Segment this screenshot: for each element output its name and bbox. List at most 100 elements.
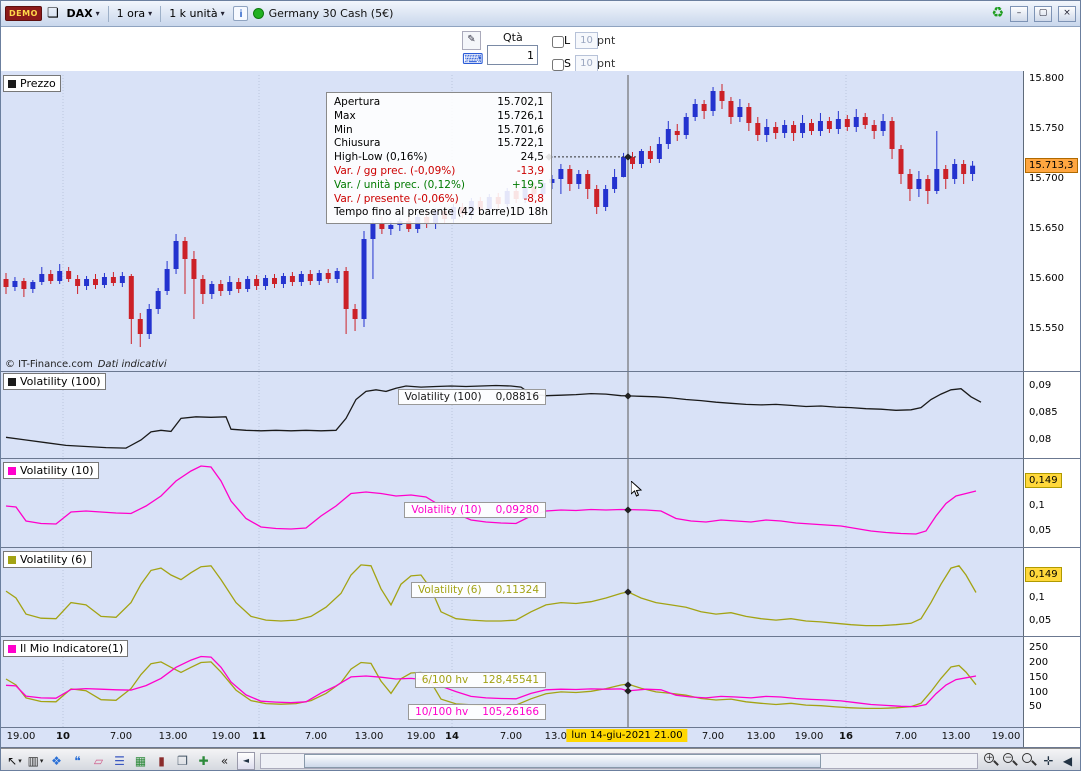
quantity-input[interactable] <box>487 45 538 65</box>
panel-header-volatility-10[interactable]: Volatility (10) <box>3 462 99 479</box>
tooltip-row: High-Low (0,16%) 24,5 <box>334 151 544 164</box>
axis-tick: 0,1 <box>1029 592 1045 603</box>
axis-tick: 0,1 <box>1029 500 1045 511</box>
pan-icon[interactable]: ✛ <box>1040 754 1057 768</box>
chart-style-icon[interactable]: ▥ ▾ <box>26 752 45 770</box>
time-axis-label: 7.00 <box>109 731 133 742</box>
pointer-tool-icon[interactable]: ↖ ▾ <box>5 752 24 770</box>
new-window-icon[interactable]: ❐ <box>173 752 192 770</box>
panel-header-label: Volatility (6) <box>20 553 87 566</box>
share-icon[interactable]: ❖ <box>47 752 66 770</box>
panel-separator[interactable] <box>1 458 1080 459</box>
maximize-button[interactable]: ▢ <box>1034 5 1052 22</box>
panel-separator[interactable] <box>1 371 1080 372</box>
comment-icon[interactable]: ❝ <box>68 752 87 770</box>
instrument-status: Germany 30 Cash (5€) <box>252 7 393 20</box>
demo-badge: DEMO <box>5 6 42 21</box>
panel-header-volatility-100[interactable]: Volatility (100) <box>3 373 106 390</box>
indicator-value-badge: 0,149 <box>1025 567 1062 582</box>
axis-tick: 15.650 <box>1029 223 1064 234</box>
value-tag-volatility-100: Volatility (100) 0,08816 <box>397 389 546 405</box>
time-axis-label: 19.00 <box>211 731 241 742</box>
chart-scrollbar[interactable] <box>260 752 978 769</box>
axis-tick: 15.550 <box>1029 323 1064 334</box>
panel-header-label: Il Mio Indicatore(1) <box>20 642 124 655</box>
time-axis-label: 19.00 <box>991 731 1021 742</box>
panel-header-label: Volatility (100) <box>20 375 101 388</box>
axis-tick: 250 <box>1029 642 1049 653</box>
tooltip-row: Min 15.701,6 <box>334 123 544 136</box>
panel-separator[interactable] <box>1 636 1080 637</box>
axis-tick: 15.750 <box>1029 123 1064 134</box>
axis-tick: 0,05 <box>1029 525 1052 536</box>
scrollbar-thumb[interactable] <box>303 753 822 768</box>
mouse-cursor <box>631 481 643 497</box>
tooltip-row: Var. / unità prec. (0,12%) +19,5 <box>334 178 544 191</box>
value-tag-ratio-6-100: 6/100 hv 128,45541 <box>414 672 546 688</box>
limit-points-input[interactable] <box>575 32 598 49</box>
panel-header-volatility-6[interactable]: Volatility (6) <box>3 551 92 568</box>
instrument-dropdown[interactable]: DAX ▾ <box>64 5 103 22</box>
panel-header-label: Prezzo <box>20 77 56 90</box>
close-button[interactable]: × <box>1058 5 1076 22</box>
crosshair-marker <box>624 687 632 695</box>
order-tools-icon[interactable]: ✎ <box>462 31 481 50</box>
axis-tick: 0,085 <box>1029 407 1058 418</box>
stop-points-input[interactable] <box>575 55 598 72</box>
axis-tick: 0,05 <box>1029 615 1052 626</box>
info-button[interactable]: i <box>232 6 248 21</box>
stop-label: S <box>564 57 571 70</box>
time-axis-label: 7.00 <box>499 731 523 742</box>
refresh-icon[interactable]: ♻ <box>991 6 1004 20</box>
titlebar: DEMO ❏ DAX ▾ 1 ora ▾ 1 k unità ▾ i Germa… <box>1 1 1080 27</box>
news-list-icon[interactable]: ☰ <box>110 752 129 770</box>
indicator-value-badge: 0,149 <box>1025 473 1062 488</box>
zoom-reset-icon[interactable] <box>1021 752 1038 769</box>
units-dropdown[interactable]: 1 k unità ▾ <box>166 5 227 22</box>
value-tag-volatility-6: Volatility (6) 0,11324 <box>411 582 546 598</box>
value-tag-ratio-10-100: 10/100 hv 105,26166 <box>408 704 546 720</box>
limit-unit-label: pnt <box>597 34 616 47</box>
timeframe-dropdown[interactable]: 1 ora ▾ <box>114 5 156 22</box>
detach-window-icon[interactable]: ❏ <box>47 7 59 20</box>
panel-header-custom-indicator[interactable]: Il Mio Indicatore(1) <box>3 640 129 657</box>
crosshair-marker <box>624 588 632 596</box>
axis-tick: 100 <box>1029 687 1049 698</box>
time-axis-label: 7.00 <box>701 731 725 742</box>
stop-checkbox[interactable] <box>552 59 564 71</box>
hover-tooltip: Apertura 15.702,1 Max 15.726,1 Min 15.701,6 Ch… <box>326 92 552 225</box>
axis-tick: 50 <box>1029 701 1042 712</box>
panel-separator[interactable] <box>1 547 1080 548</box>
timeframe-label: 1 ora <box>116 7 146 20</box>
scroll-right-mini-icon[interactable]: ◀ <box>1059 754 1076 768</box>
time-axis-label: 7.00 <box>304 731 328 742</box>
time-axis-label: 13.00 <box>158 731 188 742</box>
axis-tick: 200 <box>1029 657 1049 668</box>
add-chart-icon[interactable]: ✚ <box>194 752 213 770</box>
quantity-label: Qtà <box>503 31 523 44</box>
panel-header-price[interactable]: Prezzo <box>3 75 61 92</box>
tooltip-row: Apertura 15.702,1 <box>334 96 544 108</box>
units-label: 1 k unità <box>169 7 218 20</box>
chevron-down-icon: ▾ <box>220 9 225 18</box>
tooltip-row: Chiusura 15.722,1 <box>334 137 544 150</box>
bar-chart-icon[interactable]: ▮ <box>152 752 171 770</box>
chart-region: 15.800 15.750 15.700 15.650 15.600 15.550 15.7… <box>1 71 1080 748</box>
eraser-icon[interactable]: ▱ <box>89 752 108 770</box>
time-axis-label: 13.00 <box>746 731 776 742</box>
indicator-line-vol10 <box>5 465 977 535</box>
minimize-button[interactable]: – <box>1010 5 1028 22</box>
zoom-in-icon[interactable]: + <box>983 752 1000 769</box>
collapse-icon[interactable]: « <box>215 752 234 770</box>
panel-header-label: Volatility (10) <box>20 464 94 477</box>
time-axis-label: 19.00 <box>406 731 436 742</box>
series-color-icon <box>8 644 16 653</box>
toolbar-divider <box>160 5 162 22</box>
series-color-icon <box>8 466 16 475</box>
axis-tick: 0,09 <box>1029 380 1052 391</box>
zoom-out-icon[interactable]: − <box>1002 752 1019 769</box>
table-icon[interactable]: ▦ <box>131 752 150 770</box>
scroll-left-arrow[interactable]: ◄ <box>237 751 255 770</box>
limit-checkbox[interactable] <box>552 36 564 48</box>
keyboard-icon[interactable]: ⌨ <box>462 50 484 68</box>
